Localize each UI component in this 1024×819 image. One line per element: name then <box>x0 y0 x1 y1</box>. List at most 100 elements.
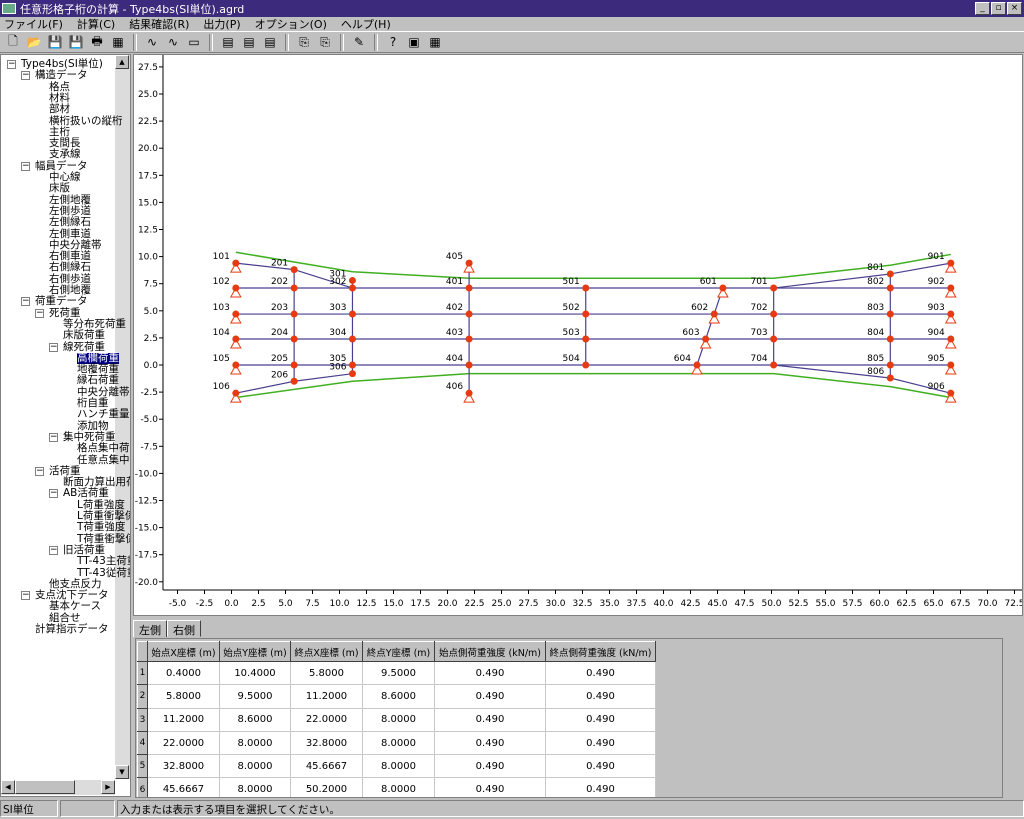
open-folder-button[interactable]: 📂 <box>25 34 43 51</box>
tree-item[interactable]: T荷重衝撃係 <box>77 533 130 545</box>
tree-collapse-toggle[interactable]: − <box>21 161 30 171</box>
tree-item[interactable]: 左側縁石 <box>49 217 91 228</box>
table-cell[interactable]: 8.0000 <box>219 754 291 779</box>
calc-button[interactable]: ∿ <box>143 34 161 51</box>
table-cell[interactable]: 0.490 <box>434 754 546 779</box>
tree-item[interactable]: 死荷重 <box>49 307 81 319</box>
tree-collapse-toggle[interactable]: − <box>49 432 58 442</box>
table-cell[interactable]: 0.490 <box>545 754 656 779</box>
edit-button[interactable]: ✎ <box>350 34 368 51</box>
tree-collapse-toggle[interactable]: − <box>21 297 30 307</box>
tree-collapse-toggle[interactable]: − <box>49 545 58 555</box>
tree-item[interactable]: 基本ケース <box>49 601 101 612</box>
table-row[interactable]: 5 32.8000 8.0000 45.6667 8.0000 0.490 0.490 <box>137 754 656 779</box>
table-row[interactable]: 4 22.0000 8.0000 32.8000 8.0000 0.490 0.490 <box>137 730 656 756</box>
new-file-button[interactable]: 🗋 <box>4 34 22 51</box>
table-row[interactable]: 3 11.2000 8.6000 22.0000 8.0000 0.490 0.490 <box>137 707 656 732</box>
tree-item[interactable]: 任意点集中 <box>77 454 130 466</box>
menu-item-0[interactable]: ファイル(F) <box>4 16 63 32</box>
tree-item[interactable]: ハンチ重量 <box>77 409 130 420</box>
help-button[interactable]: ? <box>384 34 402 51</box>
table-cell[interactable]: 22.0000 <box>290 707 363 732</box>
table-cell[interactable]: 8.0000 <box>362 707 435 732</box>
table-cell[interactable]: 9.5000 <box>362 660 435 686</box>
table-cell[interactable]: 10.4000 <box>219 660 291 686</box>
plan-view-canvas[interactable]: 27.5 25.0 22.5 20.0 17.5 15.0 12.5 10.0 7.5 5.0 2.… <box>133 54 1024 616</box>
tree-item[interactable]: 計算指示データ <box>35 624 109 635</box>
project-tree[interactable]: ▲ ▼ ◀ ▶ − Type4bs(SI単位) − 構造データ 格点 材料 部材 横桁扱いの縦… <box>0 54 131 797</box>
table-cell[interactable]: 45.6667 <box>147 777 220 797</box>
table-row[interactable]: 1 0.4000 10.4000 5.8000 9.5000 0.490 0.490 <box>137 660 656 686</box>
tree-item[interactable]: T荷重強度 <box>77 522 125 533</box>
table-cell[interactable]: 11.2000 <box>147 707 220 732</box>
table-cell[interactable]: 9.5000 <box>219 684 291 709</box>
table-cell[interactable]: 8.0000 <box>362 777 435 797</box>
tree-item[interactable]: TT-43従荷重 <box>77 567 130 579</box>
table-cell[interactable]: 8.0000 <box>219 777 291 797</box>
tree-collapse-toggle[interactable]: − <box>49 489 58 499</box>
column-header[interactable]: 終点Y座標 (m) <box>362 641 435 662</box>
table-cell[interactable]: 8.6000 <box>362 684 435 709</box>
close-button[interactable]: × <box>1007 2 1022 15</box>
column-header[interactable]: 始点側荷重強度 (kN/m) <box>434 641 546 662</box>
table-cell[interactable]: 11.2000 <box>290 684 363 709</box>
window-button[interactable]: ▭ <box>185 34 203 51</box>
tree-item[interactable]: 床版 <box>49 183 70 194</box>
tree-item[interactable]: 右側縁石 <box>49 262 91 273</box>
tree-item[interactable]: 添加物 <box>77 420 109 432</box>
table-cell[interactable]: 32.8000 <box>290 730 363 756</box>
menu-item-1[interactable]: 計算(C) <box>77 16 115 32</box>
table-cell[interactable]: 0.490 <box>434 777 546 797</box>
minimize-button[interactable]: _ <box>975 2 990 15</box>
menu-item-2[interactable]: 結果確認(R) <box>129 16 189 32</box>
table-cell[interactable]: 0.490 <box>545 777 656 797</box>
result-d-button[interactable]: ▤ <box>219 34 237 51</box>
column-header[interactable]: 始点Y座標 (m) <box>219 641 291 662</box>
print-button[interactable]: 🖶 <box>88 34 106 51</box>
table-cell[interactable]: 5.8000 <box>147 684 220 709</box>
tree-item[interactable]: 荷重データ <box>35 296 88 307</box>
save-button[interactable]: 💾 <box>46 34 64 51</box>
tree-collapse-toggle[interactable]: − <box>35 466 44 476</box>
table-cell[interactable]: 0.490 <box>545 684 656 709</box>
maximize-button[interactable]: ▫ <box>991 2 1006 15</box>
load-table[interactable]: 始点X座標 (m) 始点Y座標 (m) 終点X座標 (m) 終点Y座標 (m) 始点側荷… <box>135 638 1003 798</box>
tree-collapse-toggle[interactable]: − <box>21 71 30 81</box>
tree-item[interactable]: AB活荷重 <box>63 488 109 499</box>
grid-button[interactable]: ▦ <box>426 34 444 51</box>
table-cell[interactable]: 5.8000 <box>290 660 363 686</box>
column-header[interactable]: 終点X座標 (m) <box>290 641 363 662</box>
table-cell[interactable]: 45.6667 <box>290 754 363 779</box>
table-row[interactable]: 2 5.8000 9.5000 11.2000 8.6000 0.490 0.490 <box>137 684 656 709</box>
tree-collapse-toggle[interactable]: − <box>49 342 58 352</box>
table-cell[interactable]: 50.2000 <box>290 777 363 797</box>
view-button[interactable]: ▣ <box>405 34 423 51</box>
tree-item[interactable]: 床版荷重 <box>63 330 105 341</box>
copy-button[interactable]: ⎘ <box>295 34 313 51</box>
menu-item-4[interactable]: オプション(O) <box>255 16 327 32</box>
table-cell[interactable]: 0.490 <box>545 730 656 756</box>
tab-left[interactable]: 左側 <box>133 620 167 637</box>
tree-item[interactable]: 支承線 <box>49 149 81 160</box>
table-row[interactable]: 6 45.6667 8.0000 50.2000 8.0000 0.490 0.490 <box>137 777 656 797</box>
table-cell[interactable]: 8.0000 <box>362 754 435 779</box>
save-as-button[interactable]: 💾 <box>67 34 85 51</box>
menu-item-5[interactable]: ヘルプ(H) <box>341 16 391 32</box>
table-cell[interactable]: 0.490 <box>434 684 546 709</box>
table-cell[interactable]: 32.8000 <box>147 754 220 779</box>
table-cell[interactable]: 0.490 <box>434 730 546 756</box>
column-header[interactable]: 終点側荷重強度 (kN/m) <box>545 641 656 662</box>
calc2-button[interactable]: ∿ <box>164 34 182 51</box>
scroll-thumb[interactable] <box>15 780 75 794</box>
table-cell[interactable]: 0.4000 <box>147 660 220 686</box>
scroll-down-button[interactable]: ▼ <box>115 765 129 779</box>
result-m-button[interactable]: ▤ <box>240 34 258 51</box>
tree-item[interactable]: 横桁扱いの縦桁 <box>49 115 123 127</box>
tree-collapse-toggle[interactable]: − <box>7 60 16 69</box>
tree-item[interactable]: 縁石荷重 <box>77 375 119 386</box>
tree-collapse-toggle[interactable]: − <box>35 308 44 318</box>
table-cell[interactable]: 0.490 <box>545 660 656 686</box>
table-cell[interactable]: 0.490 <box>434 707 546 732</box>
tree-item[interactable]: TT-43主荷重 <box>77 556 130 567</box>
table-cell[interactable]: 8.6000 <box>219 707 291 732</box>
